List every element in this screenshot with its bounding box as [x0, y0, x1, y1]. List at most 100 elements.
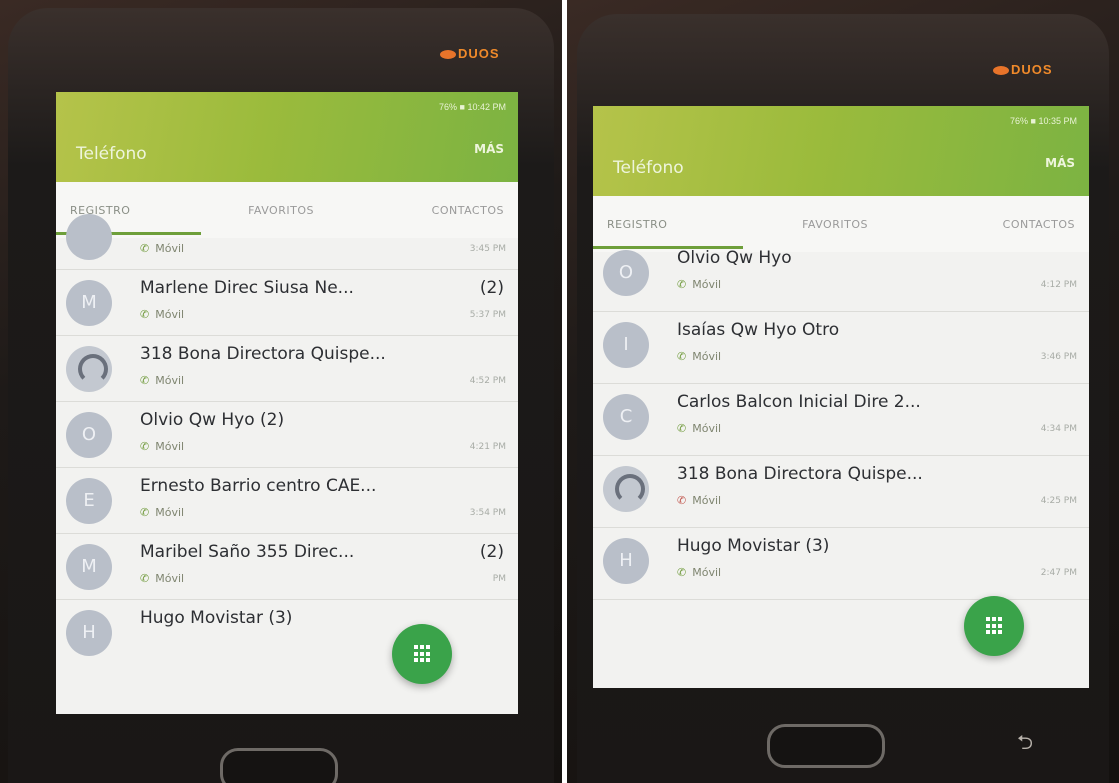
missed-call-icon: ✆	[677, 494, 687, 507]
call-type-label: Móvil	[692, 494, 722, 507]
app-title: Teléfono	[613, 158, 684, 178]
call-time: 5:37 PM	[469, 310, 506, 320]
call-time: PM	[492, 574, 506, 584]
tab-registro[interactable]: REGISTRO	[607, 218, 667, 231]
phone-icon: ✆	[140, 440, 150, 453]
duos-badge: DUOS	[440, 46, 500, 61]
call-type-label: Móvil	[692, 350, 722, 363]
avatar: M	[66, 280, 112, 326]
back-icon[interactable]: ⮌	[1017, 728, 1033, 762]
home-button[interactable]	[220, 748, 338, 783]
call-time: 2:47 PM	[1040, 568, 1077, 578]
call-time: 4:52 PM	[469, 376, 506, 386]
call-time: 3:46 PM	[1040, 352, 1077, 362]
list-item[interactable]: O Olvio Qw Hyo ✆ Móvil 4:12 PM	[593, 240, 1089, 312]
dialpad-fab[interactable]	[392, 624, 452, 684]
call-time: 4:12 PM	[1040, 280, 1077, 290]
avatar: I	[603, 322, 649, 368]
list-item[interactable]: 318 Bona Directora Quispe... ✆ Móvil 4:52…	[56, 336, 518, 402]
call-type: ✆ Móvil	[677, 278, 721, 291]
list-item[interactable]: M Marlene Direc Siusa Ne... (2) ✆ Móvil 5…	[56, 270, 518, 336]
list-item[interactable]: O Olvio Qw Hyo (2) ✆ Móvil 4:21 PM	[56, 402, 518, 468]
call-type-label: Móvil	[155, 308, 185, 321]
phone-icon: ✆	[677, 422, 687, 435]
contact-name: Olvio Qw Hyo	[677, 248, 792, 268]
contact-name: Olvio Qw Hyo (2)	[140, 410, 285, 430]
contact-name: Maribel Saño 355 Direc...	[140, 542, 355, 562]
home-button[interactable]	[767, 724, 885, 768]
dialpad-icon	[986, 617, 1002, 635]
call-type-label: Móvil	[155, 440, 185, 453]
app-title: Teléfono	[76, 144, 147, 164]
phone-icon: ✆	[140, 242, 150, 255]
list-item[interactable]: M Maribel Saño 355 Direc... (2) ✆ Móvil P…	[56, 534, 518, 600]
call-count: (2)	[479, 278, 504, 298]
call-time: 4:34 PM	[1040, 424, 1077, 434]
right-phone-photo: DUOS 76% ■ 10:35 PM Teléfono MÁS REGISTR…	[567, 0, 1119, 783]
status-bar: 76% ■ 10:35 PM	[1010, 116, 1077, 126]
tab-contactos[interactable]: CONTACTOS	[1003, 218, 1075, 231]
call-time: 4:25 PM	[1040, 496, 1077, 506]
contact-name: 318 Bona Directora Quispe...	[677, 464, 923, 484]
list-item[interactable]: I Isaías Qw Hyo Otro ✆ Móvil 3:46 PM	[593, 312, 1089, 384]
phone-icon: ✆	[140, 506, 150, 519]
call-time: 4:21 PM	[469, 442, 506, 452]
list-item[interactable]: E Ernesto Barrio centro CAE... ✆ Móvil 3:…	[56, 468, 518, 534]
list-item[interactable]: C Carlos Balcon Inicial Dire 2... ✆ Móvil…	[593, 384, 1089, 456]
list-item[interactable]: H Hugo Movistar (3) ✆ Móvil 2:47 PM	[593, 528, 1089, 600]
list-item[interactable]: 318 Bona Directora Quispe... ✆ Móvil 4:25…	[593, 456, 1089, 528]
tab-favoritos[interactable]: FAVORITOS	[802, 218, 868, 231]
avatar: H	[66, 610, 112, 656]
contact-name: Hugo Movistar (3)	[140, 608, 293, 628]
more-button[interactable]: MÁS	[474, 142, 504, 156]
phone-icon: ✆	[677, 278, 687, 291]
phone-screen: 76% ■ 10:42 PM Teléfono MÁS REGISTRO FAV…	[56, 92, 518, 714]
contact-name: Ernesto Barrio centro CAE...	[140, 476, 377, 496]
call-type-label: Móvil	[155, 572, 185, 585]
call-type: ✆ Móvil	[677, 566, 721, 579]
duos-badge: DUOS	[993, 62, 1053, 77]
avatar	[66, 214, 112, 260]
phone-icon: ✆	[677, 350, 687, 363]
avatar: C	[603, 394, 649, 440]
call-time: 3:54 PM	[469, 508, 506, 518]
call-type: ✆ Móvil	[140, 506, 184, 519]
avatar: E	[66, 478, 112, 524]
person-icon	[66, 346, 112, 392]
status-bar: 76% ■ 10:42 PM	[439, 102, 506, 112]
call-type: ✆ Móvil	[677, 422, 721, 435]
call-type: ✆ Móvil	[677, 494, 721, 507]
call-type-label: Móvil	[155, 374, 185, 387]
call-type: ✆ Móvil	[140, 440, 184, 453]
phone-icon: ✆	[677, 566, 687, 579]
call-type-label: Móvil	[692, 566, 722, 579]
list-item[interactable]: ✆ Móvil 3:45 PM	[56, 204, 518, 270]
contact-name: Marlene Direc Siusa Ne...	[140, 278, 354, 298]
avatar: O	[66, 412, 112, 458]
call-type: ✆ Móvil	[140, 308, 184, 321]
call-type: ✆ Móvil	[140, 242, 184, 255]
avatar: M	[66, 544, 112, 590]
app-bar: 76% ■ 10:35 PM Teléfono MÁS	[593, 106, 1089, 196]
avatar: H	[603, 538, 649, 584]
phone-screen: 76% ■ 10:35 PM Teléfono MÁS REGISTRO FAV…	[593, 106, 1089, 688]
left-phone-photo: DUOS 76% ■ 10:42 PM Teléfono MÁS REGISTR…	[0, 0, 562, 783]
dialpad-icon	[414, 645, 430, 663]
call-type: ✆ Móvil	[677, 350, 721, 363]
call-count: (2)	[479, 542, 504, 562]
phone-icon: ✆	[140, 572, 150, 585]
call-type-label: Móvil	[155, 242, 185, 255]
dialpad-fab[interactable]	[964, 596, 1024, 656]
call-time: 3:45 PM	[469, 244, 506, 254]
person-icon	[603, 466, 649, 512]
more-button[interactable]: MÁS	[1045, 156, 1075, 170]
phone-icon: ✆	[140, 374, 150, 387]
call-type-label: Móvil	[692, 278, 722, 291]
contact-name: Isaías Qw Hyo Otro	[677, 320, 840, 340]
call-type: ✆ Móvil	[140, 572, 184, 585]
contact-name: 318 Bona Directora Quispe...	[140, 344, 386, 364]
app-bar: 76% ■ 10:42 PM Teléfono MÁS	[56, 92, 518, 182]
phone-icon: ✆	[140, 308, 150, 321]
call-type: ✆ Móvil	[140, 374, 184, 387]
call-type-label: Móvil	[692, 422, 722, 435]
